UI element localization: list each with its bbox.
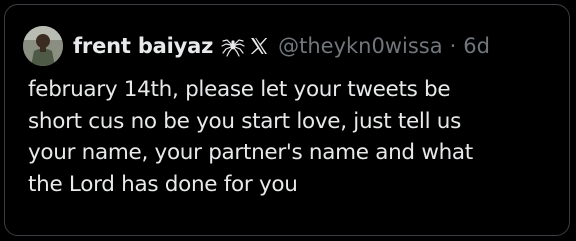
- avatar[interactable]: [23, 26, 63, 66]
- quoted-tweet-card[interactable]: frent baiyaz @theykn0wissa · 6d february…: [4, 4, 570, 236]
- tweet-text: february 14th, please let your tweets be…: [28, 74, 568, 200]
- spider-icon: [221, 35, 245, 57]
- tweet-text-line: your name, your partner's name and what: [28, 140, 473, 165]
- tweet-text-line: short cus no be you start love, just tel…: [28, 108, 462, 134]
- tweet-text-line: the Lord has done for you: [28, 171, 298, 197]
- display-name[interactable]: frent baiyaz: [73, 34, 213, 58]
- user-handle[interactable]: @theykn0wissa: [278, 34, 442, 58]
- tweet-text-line: february 14th, please let your tweets be: [28, 77, 451, 102]
- tweet-header: frent baiyaz @theykn0wissa · 6d: [23, 26, 490, 66]
- x-logo-icon: [249, 36, 269, 56]
- separator-dot: ·: [449, 34, 457, 58]
- timestamp[interactable]: 6d: [463, 34, 490, 58]
